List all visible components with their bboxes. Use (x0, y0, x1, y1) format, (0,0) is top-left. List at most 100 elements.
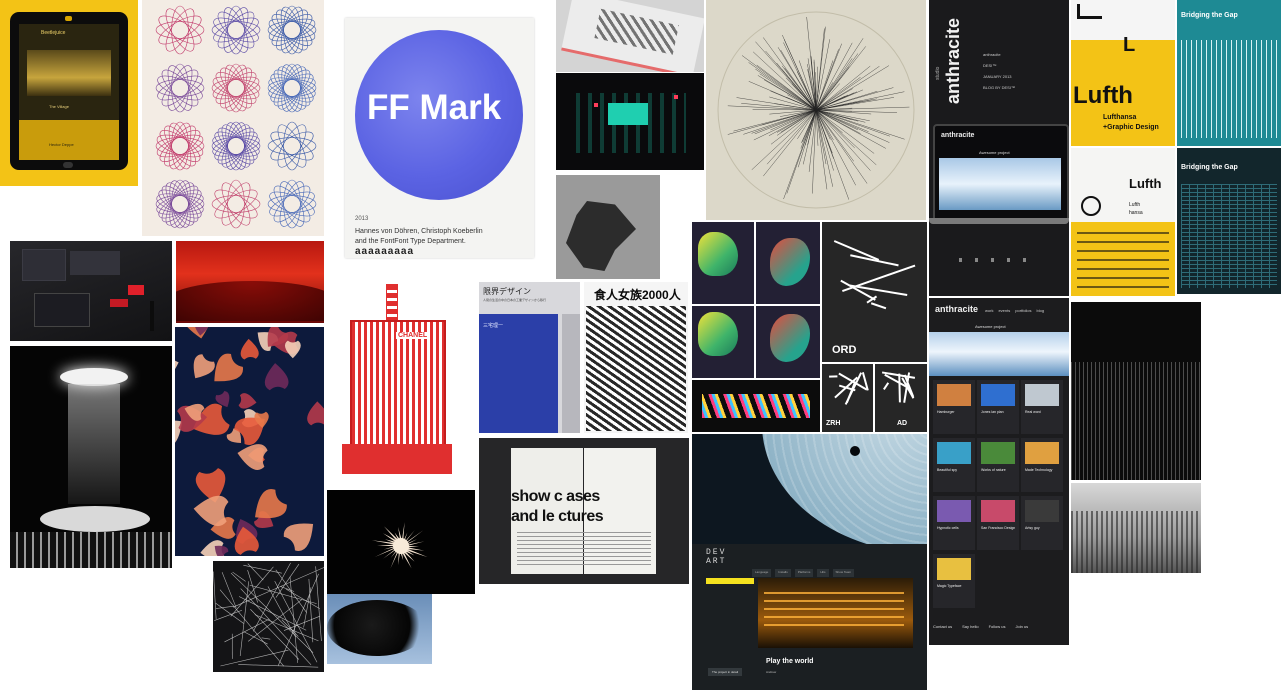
anthracite-card[interactable]: Works of nature (977, 438, 1019, 492)
japanese-book-tile[interactable]: 限界デザイン 人間の生活の中の日本の工業デザインから移行 三宅理一 (479, 282, 580, 433)
anthracite-card-title: Made Technology (1025, 468, 1053, 472)
spirograph-petal (270, 73, 314, 103)
anthracite-card-grid: Hamburger Jones lan plan Real word Beautifu… (933, 380, 1065, 612)
ginkgo-pattern-tile[interactable] (175, 327, 324, 556)
spirograph-rosette (211, 63, 261, 113)
devart-cta[interactable]: The project in detail (708, 668, 743, 676)
lufthansa-spread-circle (1081, 196, 1101, 216)
anthracite-footer-join[interactable]: Join us (1016, 624, 1029, 629)
bridging-teal-title: Bridging the Gap (1181, 12, 1238, 19)
anthracite-card-image (937, 500, 971, 522)
chinese-comic-tile[interactable]: 食人女族2000人 (584, 282, 688, 433)
anthracite-vertical-brand: anthracite (943, 17, 963, 104)
radial-line (751, 109, 817, 134)
anthracite-footer-follow[interactable]: Follow us (989, 624, 1006, 629)
anthracite-card[interactable]: Real word (1021, 380, 1063, 434)
rain-dark-tile[interactable] (1071, 302, 1201, 480)
spirograph-petal (158, 189, 202, 219)
magazine-spread-tile[interactable]: show c ases and le ctures (479, 438, 689, 584)
stationery-tile[interactable] (10, 241, 172, 341)
anthracite-card[interactable]: Beautiful spy (933, 438, 975, 492)
chalk-line (243, 564, 282, 574)
anthracite-card-image (981, 500, 1015, 522)
chalk-line (230, 572, 314, 653)
devart-tab-hits[interactable]: Hits (817, 569, 829, 577)
spirograph-petal (214, 131, 258, 161)
ginkgo-leaf (240, 338, 259, 360)
spirograph-petal (161, 185, 199, 223)
radial-line (815, 53, 859, 111)
ipad-mockup-tile[interactable]: Beetlejuice The Village Hector Deppe (0, 0, 138, 186)
spiky-flower-tile[interactable] (327, 490, 475, 594)
rock-tile[interactable] (556, 175, 660, 279)
anthracite-site-hero (929, 332, 1069, 376)
japan-book-title: 限界デザイン (483, 287, 531, 296)
airport-code-ord: ORD (832, 344, 857, 356)
smoke-tile[interactable] (327, 594, 432, 664)
lufthansa-caption-2: +Graphic Design (1103, 124, 1159, 131)
ff-mark-poster-tile[interactable]: FF Mark 2013 Hannes von Döhren, Christop… (345, 18, 534, 258)
spirograph-tile[interactable] (142, 0, 324, 236)
anthracite-controls (959, 258, 1039, 262)
airport-poster-zrh-tile[interactable]: ZRH (822, 364, 873, 432)
spirograph-rosette (211, 179, 261, 229)
devart-tab-platforms[interactable]: Platforms (794, 569, 814, 577)
red-landscape-tile[interactable] (176, 241, 324, 323)
spirograph-petal (221, 182, 251, 226)
ipad-home-button (63, 162, 73, 168)
misty-city-tile[interactable] (1071, 483, 1201, 573)
green-map-tile[interactable] (556, 73, 704, 170)
spirograph-petal (171, 5, 189, 55)
airport-poster-ad-tile[interactable]: AD (875, 364, 927, 432)
bridging-gap-teal-tile[interactable]: Bridging the Gap (1177, 0, 1281, 146)
anthracite-meta-3: JANUARY 2013 (983, 74, 1012, 79)
anthracite-footer-contact[interactable]: Contact us (933, 624, 952, 629)
anthracite-site-tile[interactable]: anthracite work events portfolios blog A… (929, 298, 1069, 645)
stage-platform (40, 506, 150, 532)
saturn-rings-tile[interactable] (692, 434, 927, 544)
lufthansa-spread-word: Lufth (1129, 176, 1162, 191)
anthracite-nav-work[interactable]: work (985, 308, 993, 313)
devart-tab-installs[interactable]: Installs (775, 569, 791, 577)
anthracite-card[interactable]: Artsy guy (1021, 496, 1063, 550)
lufthansa-spread-tile[interactable]: Lufth Lufth hansa (1071, 148, 1175, 296)
spirograph-petal (158, 15, 202, 45)
chalk-line (220, 649, 289, 667)
green-map-blocks (576, 93, 686, 153)
stationery-notebook (34, 293, 90, 327)
devart-tab-team[interactable]: Show Team (832, 569, 855, 577)
radial-lines-tile[interactable] (706, 0, 926, 220)
anthracite-footer-hello[interactable]: Say hello (962, 624, 978, 629)
ff-mark-glyphs: aaaaaaaaa (355, 246, 415, 257)
anthracite-nav-events[interactable]: events (998, 308, 1010, 313)
spirograph-petal (217, 127, 255, 165)
spirograph-petal (161, 69, 199, 107)
devart-site-tile[interactable]: DEV ART Language Installs Platforms Hits… (692, 544, 927, 690)
anthracite-nav-portfolios[interactable]: portfolios (1015, 308, 1031, 313)
anthracite-card[interactable]: Magic Typeface (933, 554, 975, 608)
chinese-building-tile[interactable]: CHANEL (334, 280, 462, 480)
spirograph-rosette (155, 5, 205, 55)
color-blob-grid-tile[interactable] (692, 222, 820, 432)
lufthansa-spread-icons (1077, 232, 1169, 288)
anthracite-card-image (981, 442, 1015, 464)
anthracite-card[interactable]: Hypnotic cells (933, 496, 975, 550)
airport-poster-ord-tile[interactable]: ORD (822, 222, 927, 362)
anthracite-card[interactable]: Hamburger (933, 380, 975, 434)
anthracite-card[interactable]: San Francisco Design (977, 496, 1019, 550)
bridging-gap-dark-tile[interactable]: Bridging the Gap (1177, 148, 1281, 294)
building-base (342, 444, 452, 474)
anthracite-card[interactable]: Made Technology (1021, 438, 1063, 492)
map-card-tile[interactable] (556, 0, 704, 72)
anthracite-card[interactable]: Jones lan plan (977, 380, 1019, 434)
anthracite-nav-blog[interactable]: blog (1036, 308, 1044, 313)
devart-tab-language[interactable]: Language (752, 569, 772, 577)
chalk-lines-tile[interactable] (213, 561, 324, 672)
anthracite-site-brand: anthracite (935, 304, 979, 314)
stationery-cards (70, 251, 120, 275)
ff-mark-title: FF Mark (367, 88, 502, 127)
lufthansa-crane-mark (1077, 4, 1102, 19)
stage-photo-tile[interactable] (10, 346, 172, 568)
anthracite-poster-tile[interactable]: studio anthracite anthracite DESI™ JANUA… (929, 0, 1069, 296)
lufthansa-poster-tile[interactable]: L Lufth Lufthansa +Graphic Design (1071, 0, 1175, 146)
